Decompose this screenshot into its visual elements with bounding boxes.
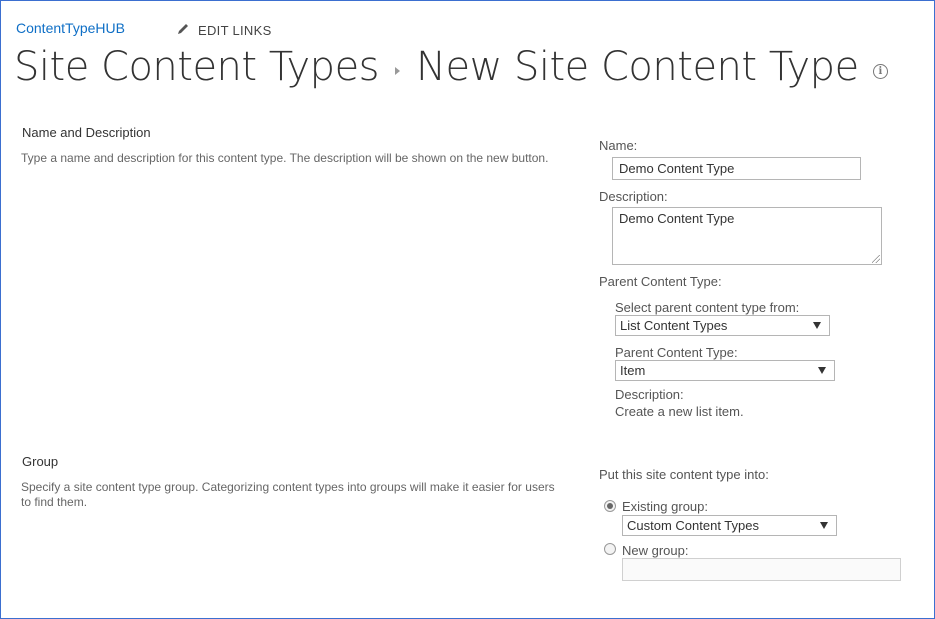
new-group-radio[interactable]: [604, 543, 616, 555]
breadcrumb-parent-link[interactable]: Site Content Types: [14, 44, 380, 90]
parent-content-type-heading: Parent Content Type:: [599, 274, 722, 289]
name-section-description: Type a name and description for this con…: [21, 151, 549, 165]
parent-type-value: Item: [620, 363, 646, 378]
description-label: Description:: [599, 189, 668, 204]
edit-links-button[interactable]: EDIT LINKS: [177, 22, 272, 38]
select-from-label: Select parent content type from:: [615, 300, 800, 315]
select-from-dropdown[interactable]: List Content Types: [615, 315, 830, 336]
parent-description-value: Create a new list item.: [615, 404, 744, 419]
breadcrumb-separator-icon: [395, 67, 401, 75]
site-name-link[interactable]: ContentTypeHUB: [16, 20, 125, 36]
info-icon[interactable]: i: [872, 63, 888, 79]
existing-group-dropdown[interactable]: Custom Content Types: [622, 515, 837, 536]
parent-type-dropdown[interactable]: Item: [615, 360, 835, 381]
resize-grip-icon[interactable]: [872, 255, 880, 263]
existing-group-label[interactable]: Existing group:: [622, 499, 708, 514]
chevron-down-icon: [813, 322, 821, 329]
existing-group-radio[interactable]: [604, 500, 616, 512]
parent-description-label: Description:: [615, 387, 684, 402]
breadcrumb-current: New Site Content Type: [416, 44, 859, 90]
group-section-description: Specify a site content type group. Categ…: [21, 480, 555, 509]
parent-type-label: Parent Content Type:: [615, 345, 738, 360]
new-group-input[interactable]: [622, 558, 901, 581]
name-label: Name:: [599, 138, 638, 153]
pencil-icon: [177, 22, 190, 38]
description-textarea[interactable]: Demo Content Type: [612, 207, 882, 265]
new-group-label[interactable]: New group:: [622, 543, 688, 558]
name-section-title: Name and Description: [22, 125, 151, 140]
name-input[interactable]: Demo Content Type: [612, 157, 861, 180]
group-section-title: Group: [22, 454, 59, 469]
select-from-value: List Content Types: [620, 318, 728, 333]
existing-group-value: Custom Content Types: [627, 518, 759, 533]
page-title: Site Content Types New Site Content Type…: [14, 44, 888, 90]
put-into-label: Put this site content type into:: [599, 467, 769, 482]
chevron-down-icon: [820, 522, 828, 529]
edit-links-label: EDIT LINKS: [198, 22, 272, 38]
chevron-down-icon: [818, 367, 826, 374]
description-textarea-value: Demo Content Type: [619, 211, 735, 226]
